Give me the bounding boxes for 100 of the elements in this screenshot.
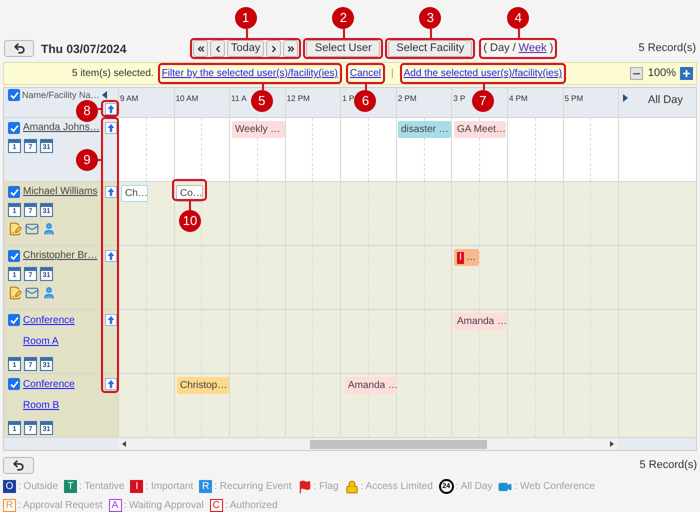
legend-label: : All Day — [456, 480, 492, 494]
horizontal-scrollbar[interactable] — [118, 438, 618, 450]
event-chip[interactable]: Christop… — [177, 377, 229, 394]
event-chip[interactable]: Amanda … — [454, 313, 506, 330]
move-up-icon[interactable] — [104, 103, 116, 115]
checkbox[interactable] — [8, 314, 20, 326]
last-button[interactable] — [283, 40, 298, 57]
scroll-right-icon[interactable] — [610, 441, 614, 447]
callout-number: 4 — [507, 7, 530, 29]
memo-icon[interactable] — [8, 222, 22, 236]
callout-number: 3 — [419, 7, 442, 29]
status-badge: C — [210, 499, 223, 512]
parenthesis: ( — [483, 41, 488, 56]
scrollbar-thumb[interactable] — [310, 440, 487, 448]
event-chip[interactable]: GA Meet… — [454, 121, 506, 138]
legend-label: : Important — [145, 480, 194, 494]
zoom-out-button[interactable] — [630, 67, 643, 80]
move-up-icon[interactable] — [104, 378, 116, 390]
zoom-level: 100% — [648, 66, 676, 82]
event-title: Christop… — [180, 379, 228, 393]
callout-number: 1 — [234, 7, 257, 29]
plus-icon — [682, 69, 691, 78]
legend-label: : Flag — [314, 480, 339, 494]
legend-label: : Recurring Event — [214, 480, 292, 494]
back-button[interactable] — [4, 40, 34, 57]
flag-icon — [298, 480, 312, 494]
event-title: … — [466, 251, 476, 265]
parenthesis: ) — [550, 41, 554, 56]
expand-icon[interactable] — [623, 94, 628, 102]
filter-link[interactable]: Filter by the selected user(s)/facility(ies) — [162, 66, 338, 81]
event-title: Amanda … — [457, 315, 508, 329]
legend-label: : Approval Request — [18, 499, 102, 512]
minus-icon — [632, 72, 640, 74]
event-title: Ch… — [125, 187, 148, 201]
facility-link[interactable]: Conference Room B — [23, 374, 93, 416]
hour-label: 12 PM — [286, 94, 310, 103]
legend-label: : Access Limited — [360, 480, 433, 494]
event-chip[interactable]: Ch… — [121, 185, 148, 202]
checkbox[interactable] — [8, 378, 20, 390]
person-icon[interactable] — [42, 222, 56, 236]
link-separator: | — [391, 67, 394, 81]
hour-label: 11 A — [231, 94, 247, 103]
hour-label: 1 P — [342, 94, 354, 103]
mail-icon[interactable] — [25, 222, 39, 236]
hour-label: 10 AM — [176, 94, 198, 103]
add-link[interactable]: Add the selected user(s)/facility(ies) — [404, 66, 562, 81]
view-link[interactable]: Day — [490, 40, 510, 57]
user-link[interactable]: Christopher Br… — [23, 250, 98, 262]
highlight-frame — [172, 179, 207, 201]
legend-label: : Authorized — [224, 499, 278, 512]
status-badge: T — [64, 480, 78, 493]
facility-link[interactable]: Conference Room A — [23, 310, 93, 352]
event-chip[interactable]: Weekly … — [232, 121, 285, 138]
select-facility-button[interactable]: Select Facility — [388, 40, 472, 57]
move-up-icon[interactable] — [104, 314, 116, 326]
memo-icon[interactable] — [8, 286, 22, 300]
event-chip[interactable]: Amanda … — [345, 377, 397, 394]
record-count: 5 Record(s) — [640, 458, 697, 474]
legend-label: : Outside — [18, 480, 58, 494]
event-chip[interactable]: disaster … — [398, 121, 451, 138]
event-chip[interactable]: I … — [454, 249, 479, 266]
checkbox[interactable] — [8, 250, 20, 262]
mail-icon[interactable] — [25, 286, 39, 300]
column-header: Name/Facility Na… — [22, 89, 100, 101]
column-header: All Day — [648, 93, 683, 108]
today-button[interactable]: Today — [227, 40, 264, 57]
event-title: disaster … — [401, 123, 449, 137]
checkbox[interactable] — [8, 122, 20, 134]
view-link[interactable]: Week — [518, 40, 547, 57]
move-up-icon[interactable] — [104, 186, 116, 198]
scroll-left-icon[interactable] — [122, 441, 126, 447]
callout-number: 2 — [332, 7, 354, 29]
user-link[interactable]: Michael Williams — [23, 186, 98, 198]
record-count: 5 Record(s) — [638, 41, 696, 56]
hour-label: 4 PM — [508, 94, 528, 103]
back-button[interactable] — [3, 457, 34, 474]
current-date: Thu 03/07/2024 — [41, 40, 128, 58]
event-title: Amanda … — [348, 379, 398, 393]
previous-button[interactable] — [210, 40, 225, 57]
checkbox[interactable] — [8, 186, 20, 198]
status-badge: O — [3, 480, 16, 493]
person-icon[interactable] — [42, 286, 56, 300]
next-button[interactable] — [266, 40, 282, 57]
cancel-link[interactable]: Cancel — [350, 66, 382, 81]
collapse-icon[interactable] — [102, 91, 107, 99]
zoom-in-button[interactable] — [680, 67, 693, 80]
first-button[interactable] — [193, 40, 208, 57]
move-up-icon[interactable] — [104, 250, 116, 262]
move-up-icon[interactable] — [104, 122, 116, 134]
hour-label: 9 AM — [120, 94, 138, 103]
user-link[interactable]: Amanda Johns… — [23, 122, 100, 134]
back-arrow-icon — [12, 459, 25, 472]
important-badge: I — [457, 252, 464, 264]
event-title: Weekly … — [235, 123, 280, 137]
status-badge: R — [199, 480, 212, 493]
legend-label: : Web Conference — [514, 480, 595, 494]
event-title: GA Meet… — [457, 123, 506, 137]
hour-label: 5 PM — [564, 94, 584, 103]
checkbox[interactable] — [8, 89, 20, 101]
select-user-button[interactable]: Select User — [306, 40, 380, 57]
